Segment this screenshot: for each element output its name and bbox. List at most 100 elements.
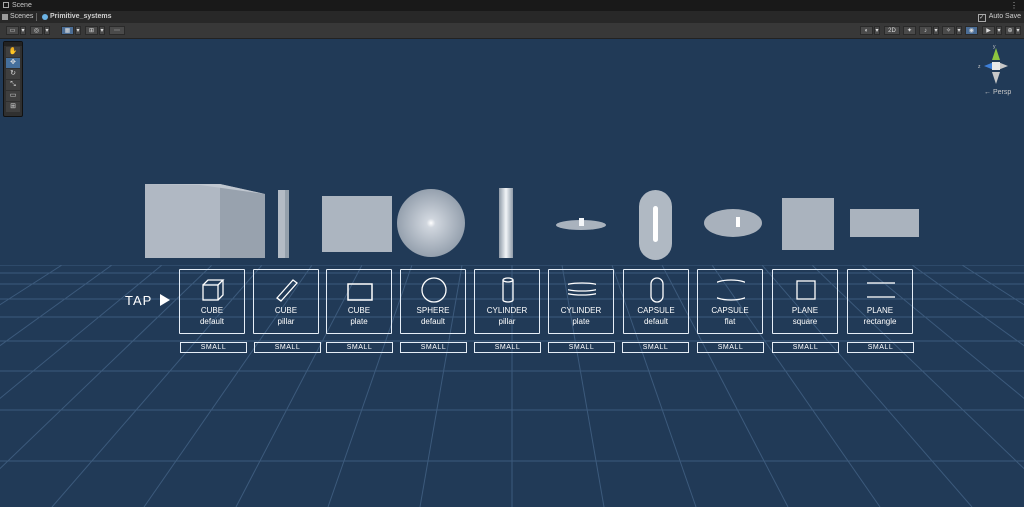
capsule-highlight <box>653 206 658 242</box>
card-title: CUBE <box>274 306 298 315</box>
card-cylinder-plate[interactable]: CYLINDER plate <box>548 269 614 334</box>
tap-label: TAP <box>125 293 153 308</box>
card-title: CAPSULE <box>711 306 749 315</box>
transform-tool-icon[interactable]: ⊞ <box>6 102 20 112</box>
small-button-plane-rectangle[interactable]: SMALL <box>847 342 914 353</box>
small-button-capsule-default[interactable]: SMALL <box>622 342 689 353</box>
card-subtitle: pillar <box>277 317 295 326</box>
chevron-down-icon[interactable]: ▾ <box>1015 26 1021 35</box>
card-title: CUBE <box>200 306 224 315</box>
auto-save-label: Auto Save <box>988 13 1021 20</box>
cube-icon <box>202 279 225 301</box>
card-subtitle: plate <box>350 317 368 326</box>
small-button-plane-square[interactable]: SMALL <box>772 342 839 353</box>
effects-toggle-icon[interactable]: ✧ <box>942 26 955 35</box>
capsule-flat-object[interactable] <box>704 209 762 237</box>
card-title: CYLINDER <box>486 306 528 315</box>
gizmo-axis-y: y <box>993 44 996 50</box>
hand-tool-icon[interactable]: ✋ <box>6 47 20 57</box>
card-title: CAPSULE <box>637 306 675 315</box>
card-subtitle: pillar <box>498 317 516 326</box>
projection-label[interactable]: ← Persp <box>984 89 1011 96</box>
capsule-icon <box>650 277 664 303</box>
chevron-down-icon[interactable]: ▾ <box>956 26 962 35</box>
card-subtitle: square <box>792 317 818 326</box>
chevron-down-icon[interactable]: ▾ <box>933 26 939 35</box>
small-button-capsule-flat[interactable]: SMALL <box>697 342 764 353</box>
card-cube-default[interactable]: CUBE default <box>179 269 245 334</box>
cylinder-pillar-icon <box>502 277 514 303</box>
sphere-icon <box>421 277 447 303</box>
card-sphere-default[interactable]: SPHERE default <box>400 269 466 334</box>
rect-tool-icon[interactable]: ▭ <box>6 91 20 101</box>
play-arrow-icon <box>160 294 170 306</box>
card-plane-rectangle[interactable]: PLANE rectangle <box>847 269 913 334</box>
move-tool-icon[interactable]: ✥ <box>6 58 20 68</box>
cube-pillar-icon <box>276 279 298 302</box>
scene-window-titlebar: Scene ⋮ <box>0 0 1024 11</box>
toggle-2d-button[interactable]: 2D <box>884 26 900 35</box>
card-subtitle: plate <box>572 317 590 326</box>
breadcrumb-separator <box>36 13 37 21</box>
checkbox-icon[interactable]: ✓ <box>977 14 986 22</box>
breadcrumb-scenes[interactable]: Scenes <box>10 11 33 23</box>
small-button-cube-pillar[interactable]: SMALL <box>254 342 321 353</box>
chevron-down-icon[interactable]: ▾ <box>874 26 880 35</box>
gizmo-axis-z: z <box>978 64 981 70</box>
capsule-flat-highlight <box>736 217 740 227</box>
cylinder-plate-icon <box>568 282 596 296</box>
cylinder-pillar-object[interactable] <box>499 188 513 258</box>
breadcrumb-current-scene[interactable]: Primitive_systems <box>50 11 111 23</box>
scene-tab-title[interactable]: Scene <box>12 0 32 11</box>
cube-plate-object[interactable] <box>322 196 392 252</box>
card-cylinder-pillar[interactable]: CYLINDER pillar <box>474 269 540 334</box>
small-button-sphere-default[interactable]: SMALL <box>400 342 467 353</box>
card-title: PLANE <box>791 306 819 315</box>
lighting-toggle-icon[interactable]: ✦ <box>903 26 916 35</box>
snap-settings-button[interactable]: ⋯ <box>109 26 125 35</box>
capsule-flat-icon <box>717 279 745 301</box>
chevron-down-icon[interactable]: ▾ <box>996 26 1002 35</box>
plane-rectangle-object[interactable] <box>850 209 919 237</box>
card-cube-plate[interactable]: CUBE plate <box>326 269 392 334</box>
card-title: SPHERE <box>416 306 450 315</box>
small-button-cube-default[interactable]: SMALL <box>180 342 247 353</box>
small-button-cylinder-pillar[interactable]: SMALL <box>474 342 541 353</box>
grid-snap-button[interactable]: ▦ <box>61 26 74 35</box>
scene-primitives <box>145 184 919 260</box>
shading-mode-button[interactable]: ◐ <box>860 26 873 35</box>
cylinder-plate-object[interactable] <box>556 218 606 230</box>
orientation-gizmo[interactable]: y z <box>976 44 1016 92</box>
camera-settings-icon[interactable]: ▶ <box>982 26 995 35</box>
chevron-down-icon[interactable]: ▾ <box>99 26 105 35</box>
auto-save-toggle[interactable]: ✓ Auto Save <box>977 11 1021 23</box>
sphere-object[interactable] <box>397 189 465 257</box>
chevron-down-icon[interactable]: ▾ <box>44 26 50 35</box>
gizmos-toggle-icon[interactable]: ⊕ <box>1005 26 1015 35</box>
small-button-cube-plate[interactable]: SMALL <box>326 342 393 353</box>
hidden-objects-toggle-icon[interactable]: ◉ <box>965 26 978 35</box>
unity-scene-icon <box>42 14 48 20</box>
audio-toggle-icon[interactable]: ♪ <box>919 26 932 35</box>
scenes-icon <box>2 14 8 20</box>
small-button-cylinder-plate[interactable]: SMALL <box>548 342 615 353</box>
incremental-snap-button[interactable]: ⊞ <box>85 26 98 35</box>
rotate-tool-icon[interactable]: ↻ <box>6 69 20 79</box>
card-capsule-default[interactable]: CAPSULE default <box>623 269 689 334</box>
chevron-down-icon[interactable]: ▾ <box>20 26 26 35</box>
card-cube-pillar[interactable]: CUBE pillar <box>253 269 319 334</box>
scene-toolbar: ▭ ▾ ◎ ▾ ▦ ▾ ⊞ ▾ ⋯ ◐ ▾ 2D ✦ ♪ ▾ ✧ ▾ ◉ ▶ ▾… <box>0 23 1024 39</box>
scene-window-icon <box>3 2 9 8</box>
breadcrumb: Scenes Primitive_systems ✓ Auto Save <box>0 11 1024 23</box>
cube-pillar-object[interactable] <box>278 190 289 258</box>
card-capsule-flat[interactable]: CAPSULE flat <box>697 269 763 334</box>
tools-overlay-header[interactable] <box>4 42 22 46</box>
cube-default-object[interactable] <box>145 184 265 258</box>
chevron-down-icon[interactable]: ▾ <box>75 26 81 35</box>
draw-mode-button[interactable]: ▭ <box>6 26 19 35</box>
plane-square-object[interactable] <box>782 198 834 250</box>
render-mode-button[interactable]: ◎ <box>30 26 43 35</box>
scale-tool-icon[interactable]: ⤡ <box>6 80 20 90</box>
kebab-menu-icon[interactable]: ⋮ <box>1010 0 1018 11</box>
card-plane-square[interactable]: PLANE square <box>772 269 838 334</box>
